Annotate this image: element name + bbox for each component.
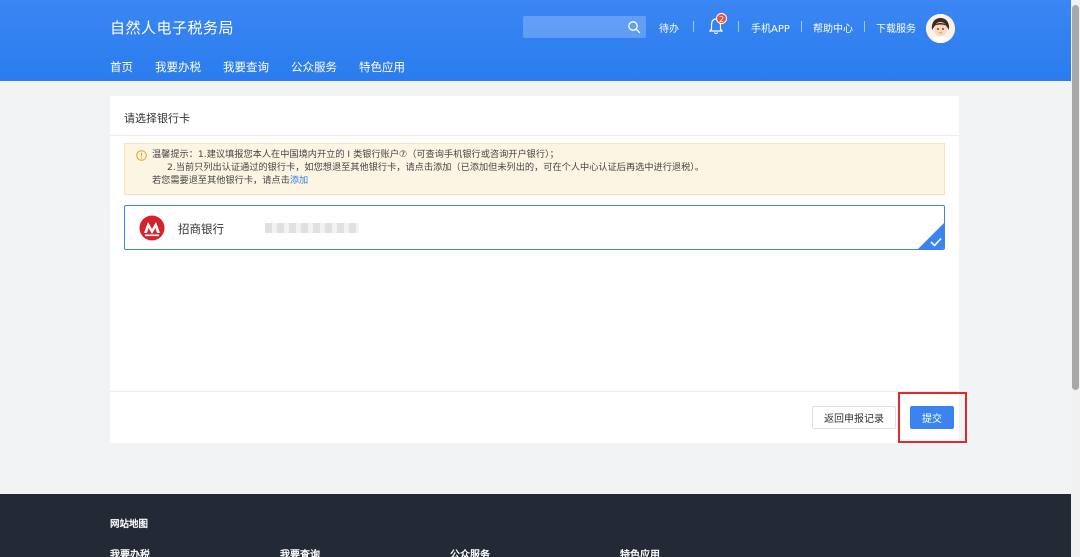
todo-link[interactable]: 待办: [659, 20, 679, 35]
masked-card-number: [265, 223, 359, 236]
nav-item-home[interactable]: 首页: [110, 59, 133, 75]
site-logo[interactable]: 自然人电子税务局: [110, 17, 234, 38]
site-map-title: 网站地图: [110, 519, 149, 530]
footer-col-tax-handling[interactable]: 我要办税: [110, 546, 150, 557]
header-separator: [801, 21, 802, 32]
divider: [110, 391, 959, 392]
notice-line-3-text: 若您需要退至其他银行卡，请点击: [152, 175, 290, 186]
bank-card-option[interactable]: 招商银行: [124, 205, 945, 250]
back-to-records-button[interactable]: 返回申报记录: [812, 406, 896, 429]
header-separator: [693, 21, 694, 32]
add-bank-card-link[interactable]: 添加: [290, 175, 308, 186]
notice-banner: 温馨提示：1.建议填报您本人在中国境内开立的 I 类银行账户⑦（可查询手机银行或…: [124, 143, 945, 195]
help-center-link[interactable]: 帮助中心: [813, 20, 853, 35]
bank-name: 招商银行: [178, 222, 224, 236]
search-box[interactable]: [523, 16, 646, 39]
notice-line-1: 温馨提示：1.建议填报您本人在中国境内开立的 I 类银行账户⑦（可查询手机银行或…: [152, 149, 559, 160]
nav-item-featured-apps[interactable]: 特色应用: [359, 59, 405, 75]
select-bank-card-panel: 请选择银行卡 温馨提示：1.建议填报您本人在中国境内开立的 I 类银行账户⑦（可…: [110, 96, 967, 443]
download-service-link[interactable]: 下载服务: [876, 20, 916, 35]
submit-button[interactable]: 提交: [910, 406, 954, 429]
cmb-bank-logo-icon: [139, 215, 165, 241]
info-icon: [136, 150, 147, 161]
notice-line-3: 若您需要退至其他银行卡，请点击添加: [152, 174, 308, 187]
notice-line-2: 2.当前只列出认证通过的银行卡，如您想退至其他银行卡，请点击添加（已添加但未列出…: [167, 162, 705, 173]
header-separator: [864, 21, 865, 32]
search-icon[interactable]: [627, 20, 641, 34]
footer-col-public-service[interactable]: 公众服务: [450, 546, 490, 557]
divider: [110, 135, 959, 136]
top-header: 自然人电子税务局 待办 2 手机APP 帮助中心 下载服务 首页 我要办税 我要…: [0, 0, 1080, 81]
mobile-app-link[interactable]: 手机APP: [751, 20, 790, 35]
page-title: 请选择银行卡: [124, 112, 190, 125]
nav-item-tax-handling[interactable]: 我要办税: [155, 59, 201, 75]
avatar-icon: [926, 14, 955, 43]
footer-col-featured-apps[interactable]: 特色应用: [620, 546, 660, 557]
scrollbar-thumb[interactable]: [1072, 5, 1079, 390]
footer-col-query[interactable]: 我要查询: [280, 546, 320, 557]
notification-badge: 2: [716, 13, 727, 24]
user-avatar[interactable]: [926, 14, 955, 43]
nav-item-public-service[interactable]: 公众服务: [291, 59, 337, 75]
nav-item-query[interactable]: 我要查询: [223, 59, 269, 75]
check-icon: [930, 237, 942, 247]
site-footer: 网站地图 我要办税 我要查询 公众服务 特色应用: [0, 494, 1080, 557]
page-scrollbar[interactable]: [1071, 0, 1080, 557]
header-separator: [738, 21, 739, 32]
